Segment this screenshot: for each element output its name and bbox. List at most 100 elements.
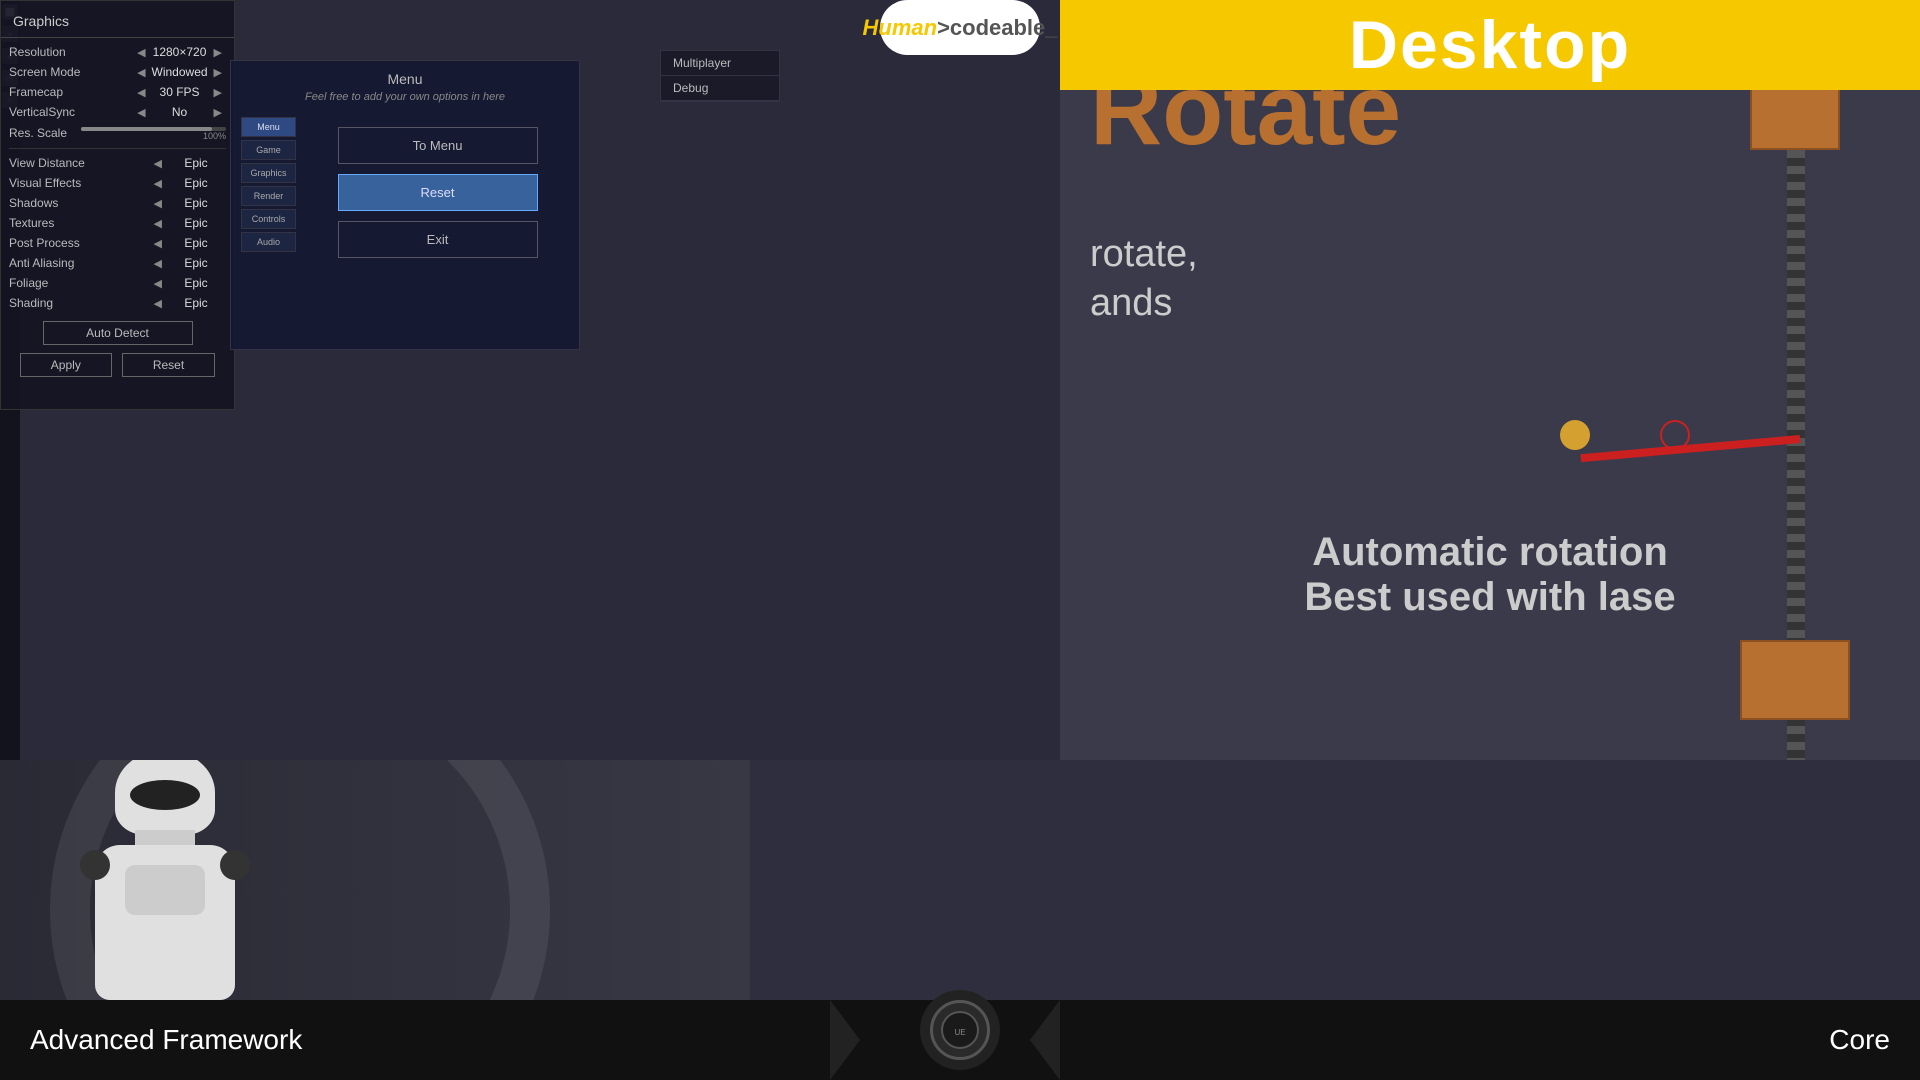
vsync-arrow-left[interactable]: ◀ (133, 106, 149, 119)
multiplayer-menu-item[interactable]: Multiplayer (661, 51, 779, 76)
exit-button[interactable]: Exit (338, 221, 538, 258)
debug-menu-item[interactable]: Debug (661, 76, 779, 101)
tab-game[interactable]: Game (241, 140, 296, 160)
screenmode-value: Windowed (150, 65, 210, 79)
framecap-value: 30 FPS (150, 85, 210, 99)
antialiasing-label: Anti Aliasing (9, 256, 150, 270)
unreal-logo-svg: UE (940, 1010, 980, 1050)
graphics-title: Graphics (1, 9, 234, 38)
unreal-logo-inner: UE (930, 1000, 990, 1060)
bottom-bar-right-text: Core (1829, 1024, 1890, 1056)
humancodeable-logo[interactable]: Human >codeable_ (880, 0, 1040, 55)
game-menu-tabs: Menu Game Graphics Render Controls Audio (241, 117, 296, 268)
vsync-row: VerticalSync ◀ No ▶ (1, 102, 234, 122)
arm-horizontal-bar (1580, 435, 1800, 462)
vsync-value: No (150, 105, 210, 119)
bottom-bar-right: Core (1090, 1024, 1920, 1056)
foliage-arrow-left[interactable]: ◀ (150, 277, 166, 290)
arm-target-circle (1660, 420, 1690, 450)
screenmode-arrow-right[interactable]: ▶ (210, 66, 226, 79)
resscale-row: Res. Scale 100% (1, 122, 234, 144)
tab-render[interactable]: Render (241, 186, 296, 206)
viewdistance-row: View Distance ◀ Epic (1, 153, 234, 173)
framecap-arrow-right[interactable]: ▶ (210, 86, 226, 99)
game-menu-body: Menu Game Graphics Render Controls Audio… (241, 117, 569, 268)
svg-text:UE: UE (954, 1028, 965, 1037)
framecap-label: Framecap (9, 85, 133, 99)
postprocess-value: Epic (166, 236, 226, 250)
antialiasing-row: Anti Aliasing ◀ Epic (1, 253, 234, 273)
auto-detect-button[interactable]: Auto Detect (43, 321, 193, 345)
shading-row: Shading ◀ Epic (1, 293, 234, 313)
shading-label: Shading (9, 296, 150, 310)
arm-ball (1560, 420, 1590, 450)
shadows-arrow-left[interactable]: ◀ (150, 197, 166, 210)
vsync-arrow-right[interactable]: ▶ (210, 106, 226, 119)
bottom-divider-right-area (1030, 1000, 1090, 1080)
rotate-sub-text1: rotate, (1090, 230, 1198, 279)
tab-audio[interactable]: Audio (241, 232, 296, 252)
vsync-label: VerticalSync (9, 105, 133, 119)
textures-arrow-left[interactable]: ◀ (150, 217, 166, 230)
graphics-panel: Graphics Resolution ◀ 1280×720 ▶ Screen … (0, 0, 235, 410)
desktop-label-area: Desktop (1060, 0, 1920, 90)
viewdistance-arrow-left[interactable]: ◀ (150, 157, 166, 170)
postprocess-arrow-left[interactable]: ◀ (150, 237, 166, 250)
textures-label: Textures (9, 216, 150, 230)
unreal-logo: UE (920, 990, 1000, 1070)
divider-triangle-right (1030, 1000, 1060, 1080)
logo-human-text: Human (863, 15, 938, 41)
shadows-label: Shadows (9, 196, 150, 210)
bottom-bar-left-text: Advanced Framework (30, 1024, 302, 1055)
to-menu-button[interactable]: To Menu (338, 127, 538, 164)
multiplayer-menu: Multiplayer Debug (660, 50, 780, 102)
shading-value: Epic (166, 296, 226, 310)
resscale-label: Res. Scale (9, 126, 81, 140)
resolution-value: 1280×720 (150, 45, 210, 59)
resscale-slider[interactable] (81, 127, 226, 131)
robot-figure (80, 760, 250, 1000)
framecap-arrow-left[interactable]: ◀ (133, 86, 149, 99)
visualeffects-arrow-left[interactable]: ◀ (150, 177, 166, 190)
foliage-label: Foliage (9, 276, 150, 290)
apply-button[interactable]: Apply (20, 353, 112, 377)
game-menu-content: To Menu Reset Exit (306, 117, 569, 268)
visualeffects-row: Visual Effects ◀ Epic (1, 173, 234, 193)
arm-top-block (1750, 80, 1840, 150)
visualeffects-label: Visual Effects (9, 176, 150, 190)
rotate-sub-text2: ands (1090, 279, 1198, 328)
bottom-divider-left-area (830, 1000, 890, 1080)
resolution-arrow-right[interactable]: ▶ (210, 46, 226, 59)
auto-rotation-text1: Automatic rotation (1060, 530, 1920, 575)
foliage-row: Foliage ◀ Epic (1, 273, 234, 293)
antialiasing-value: Epic (166, 256, 226, 270)
auto-rotation-text2: Best used with lase (1060, 575, 1920, 620)
game-menu-overlay: Menu Feel free to add your own options i… (230, 60, 580, 350)
shadows-row: Shadows ◀ Epic (1, 193, 234, 213)
reset-button[interactable]: Reset (122, 353, 215, 377)
reset-game-button[interactable]: Reset (338, 174, 538, 211)
tab-menu[interactable]: Menu (241, 117, 296, 137)
framecap-row: Framecap ◀ 30 FPS ▶ (1, 82, 234, 102)
settings-divider (9, 148, 226, 149)
screenmode-arrow-left[interactable]: ◀ (133, 66, 149, 79)
divider-triangle-left (830, 1000, 860, 1080)
resolution-label: Resolution (9, 45, 133, 59)
viewdistance-value: Epic (166, 156, 226, 170)
top-viewport: Rotate rotate, ands Automatic rotation B… (0, 0, 1920, 760)
bottom-bar-center: UE (890, 1010, 1030, 1070)
auto-rotation-area: Automatic rotation Best used with lase (1060, 530, 1920, 620)
rotate-sub-area: rotate, ands (1090, 230, 1198, 329)
resolution-arrow-left[interactable]: ◀ (133, 46, 149, 59)
shadows-value: Epic (166, 196, 226, 210)
antialiasing-arrow-left[interactable]: ◀ (150, 257, 166, 270)
arm-container (1630, 80, 1880, 760)
bottom-bar: Advanced Framework UE Core (0, 1000, 1920, 1080)
main-container: Rotate rotate, ands Automatic rotation B… (0, 0, 1920, 1080)
tab-controls[interactable]: Controls (241, 209, 296, 229)
screenmode-row: Screen Mode ◀ Windowed ▶ (1, 62, 234, 82)
tab-graphics[interactable]: Graphics (241, 163, 296, 183)
foliage-value: Epic (166, 276, 226, 290)
logo-code-text: >codeable_ (937, 15, 1057, 41)
shading-arrow-left[interactable]: ◀ (150, 297, 166, 310)
